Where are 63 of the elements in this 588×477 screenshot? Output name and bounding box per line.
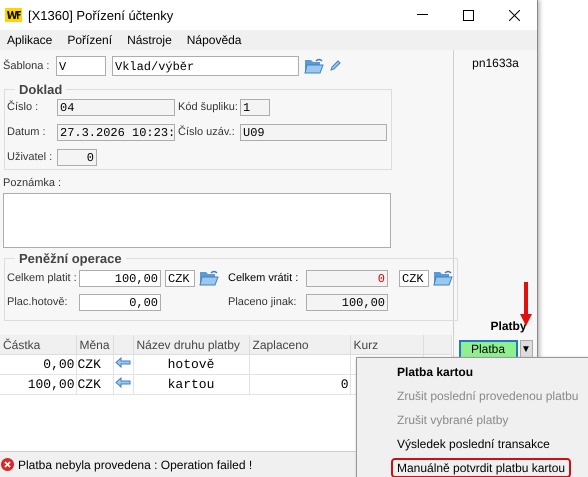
currency-field[interactable]: CZK	[165, 270, 195, 286]
currency-field[interactable]: CZK	[399, 270, 429, 286]
menu-item[interactable]: Manuálně potvrdit platbu kartou	[391, 458, 572, 477]
field-label: Číslo :	[7, 101, 40, 113]
column-header[interactable]: Název druhu platby	[133, 335, 249, 354]
menu-item[interactable]: Aplikace	[6, 33, 54, 47]
input-field[interactable]: 1	[240, 98, 270, 116]
folder-icon[interactable]	[199, 269, 219, 287]
column-header[interactable]: Částka	[0, 335, 76, 354]
folder-icon[interactable]	[304, 56, 324, 74]
table-cell: 0,00	[0, 354, 76, 374]
section-title: Platby	[490, 319, 526, 333]
input-field[interactable]: 100,00	[79, 270, 161, 286]
window-title: [X1360] Pořízení účtenky	[28, 8, 174, 22]
payment-button[interactable]: Platba	[458, 340, 518, 358]
input-field[interactable]: V	[56, 56, 106, 76]
field-label: Kód šupliku:	[178, 101, 239, 113]
menu-item[interactable]: Platba kartou	[393, 364, 478, 380]
table-cell: kartou	[133, 374, 249, 394]
left-arrow-icon[interactable]	[115, 357, 131, 368]
left-arrow-icon[interactable]	[115, 377, 131, 388]
field-label: Plac.hotově:	[7, 296, 69, 308]
error-icon	[1, 458, 14, 471]
input-field[interactable]: 0	[57, 148, 97, 166]
group-title: Peněžní operace	[18, 251, 123, 266]
column-header[interactable]: Zaplaceno	[249, 335, 350, 354]
field-label: Uživatel :	[7, 151, 54, 163]
field-label: Celkem platit :	[7, 272, 78, 284]
table-cell: 0	[340, 377, 348, 392]
menu-item[interactable]: Pořízení	[66, 33, 114, 47]
input-field[interactable]: 04	[57, 98, 175, 116]
minimize-icon[interactable]	[416, 14, 428, 16]
column-header[interactable]: Kurz	[350, 335, 423, 354]
field-label: Poznámka :	[3, 177, 62, 189]
field-label: Číslo uzáv.:	[178, 126, 236, 138]
menu-item[interactable]: Nástroje	[126, 33, 173, 47]
field-label: Celkem vrátit :	[228, 272, 300, 284]
table-cell: CZK	[76, 354, 113, 374]
menu-item[interactable]: Nápověda	[186, 33, 242, 47]
close-icon[interactable]	[508, 10, 520, 20]
table-cell: hotově	[133, 354, 249, 374]
app-logo-icon	[5, 8, 22, 22]
maximize-icon[interactable]	[462, 10, 474, 20]
input-field[interactable]: 27.3.2026 10:23:	[57, 124, 175, 140]
column-header[interactable]: Měna	[76, 335, 113, 354]
input-field[interactable]: 0	[306, 270, 388, 286]
folder-icon[interactable]	[433, 269, 453, 287]
table-cell: 100,00	[0, 374, 76, 394]
input-field[interactable]: 0,00	[79, 294, 161, 310]
dropdown-button[interactable]: ▼	[520, 340, 532, 358]
note-field[interactable]	[3, 193, 391, 248]
menu-item[interactable]: Výsledek poslední transakce	[393, 436, 554, 452]
group-title: Doklad	[18, 82, 64, 97]
pencil-icon[interactable]	[329, 59, 342, 72]
field-label: Placeno jinak:	[228, 296, 298, 308]
input-field[interactable]: 100,00	[306, 294, 388, 310]
input-field[interactable]: U09	[240, 124, 387, 140]
input-field[interactable]: Vklad/výběr	[112, 56, 299, 76]
field-label: Datum :	[7, 126, 47, 138]
status-message: Platba nebyla provedena : Operation failed !	[18, 458, 252, 472]
field-label: Šablona :	[3, 60, 50, 72]
code-label: pn1633a	[472, 56, 519, 70]
table-cell: CZK	[76, 374, 113, 394]
